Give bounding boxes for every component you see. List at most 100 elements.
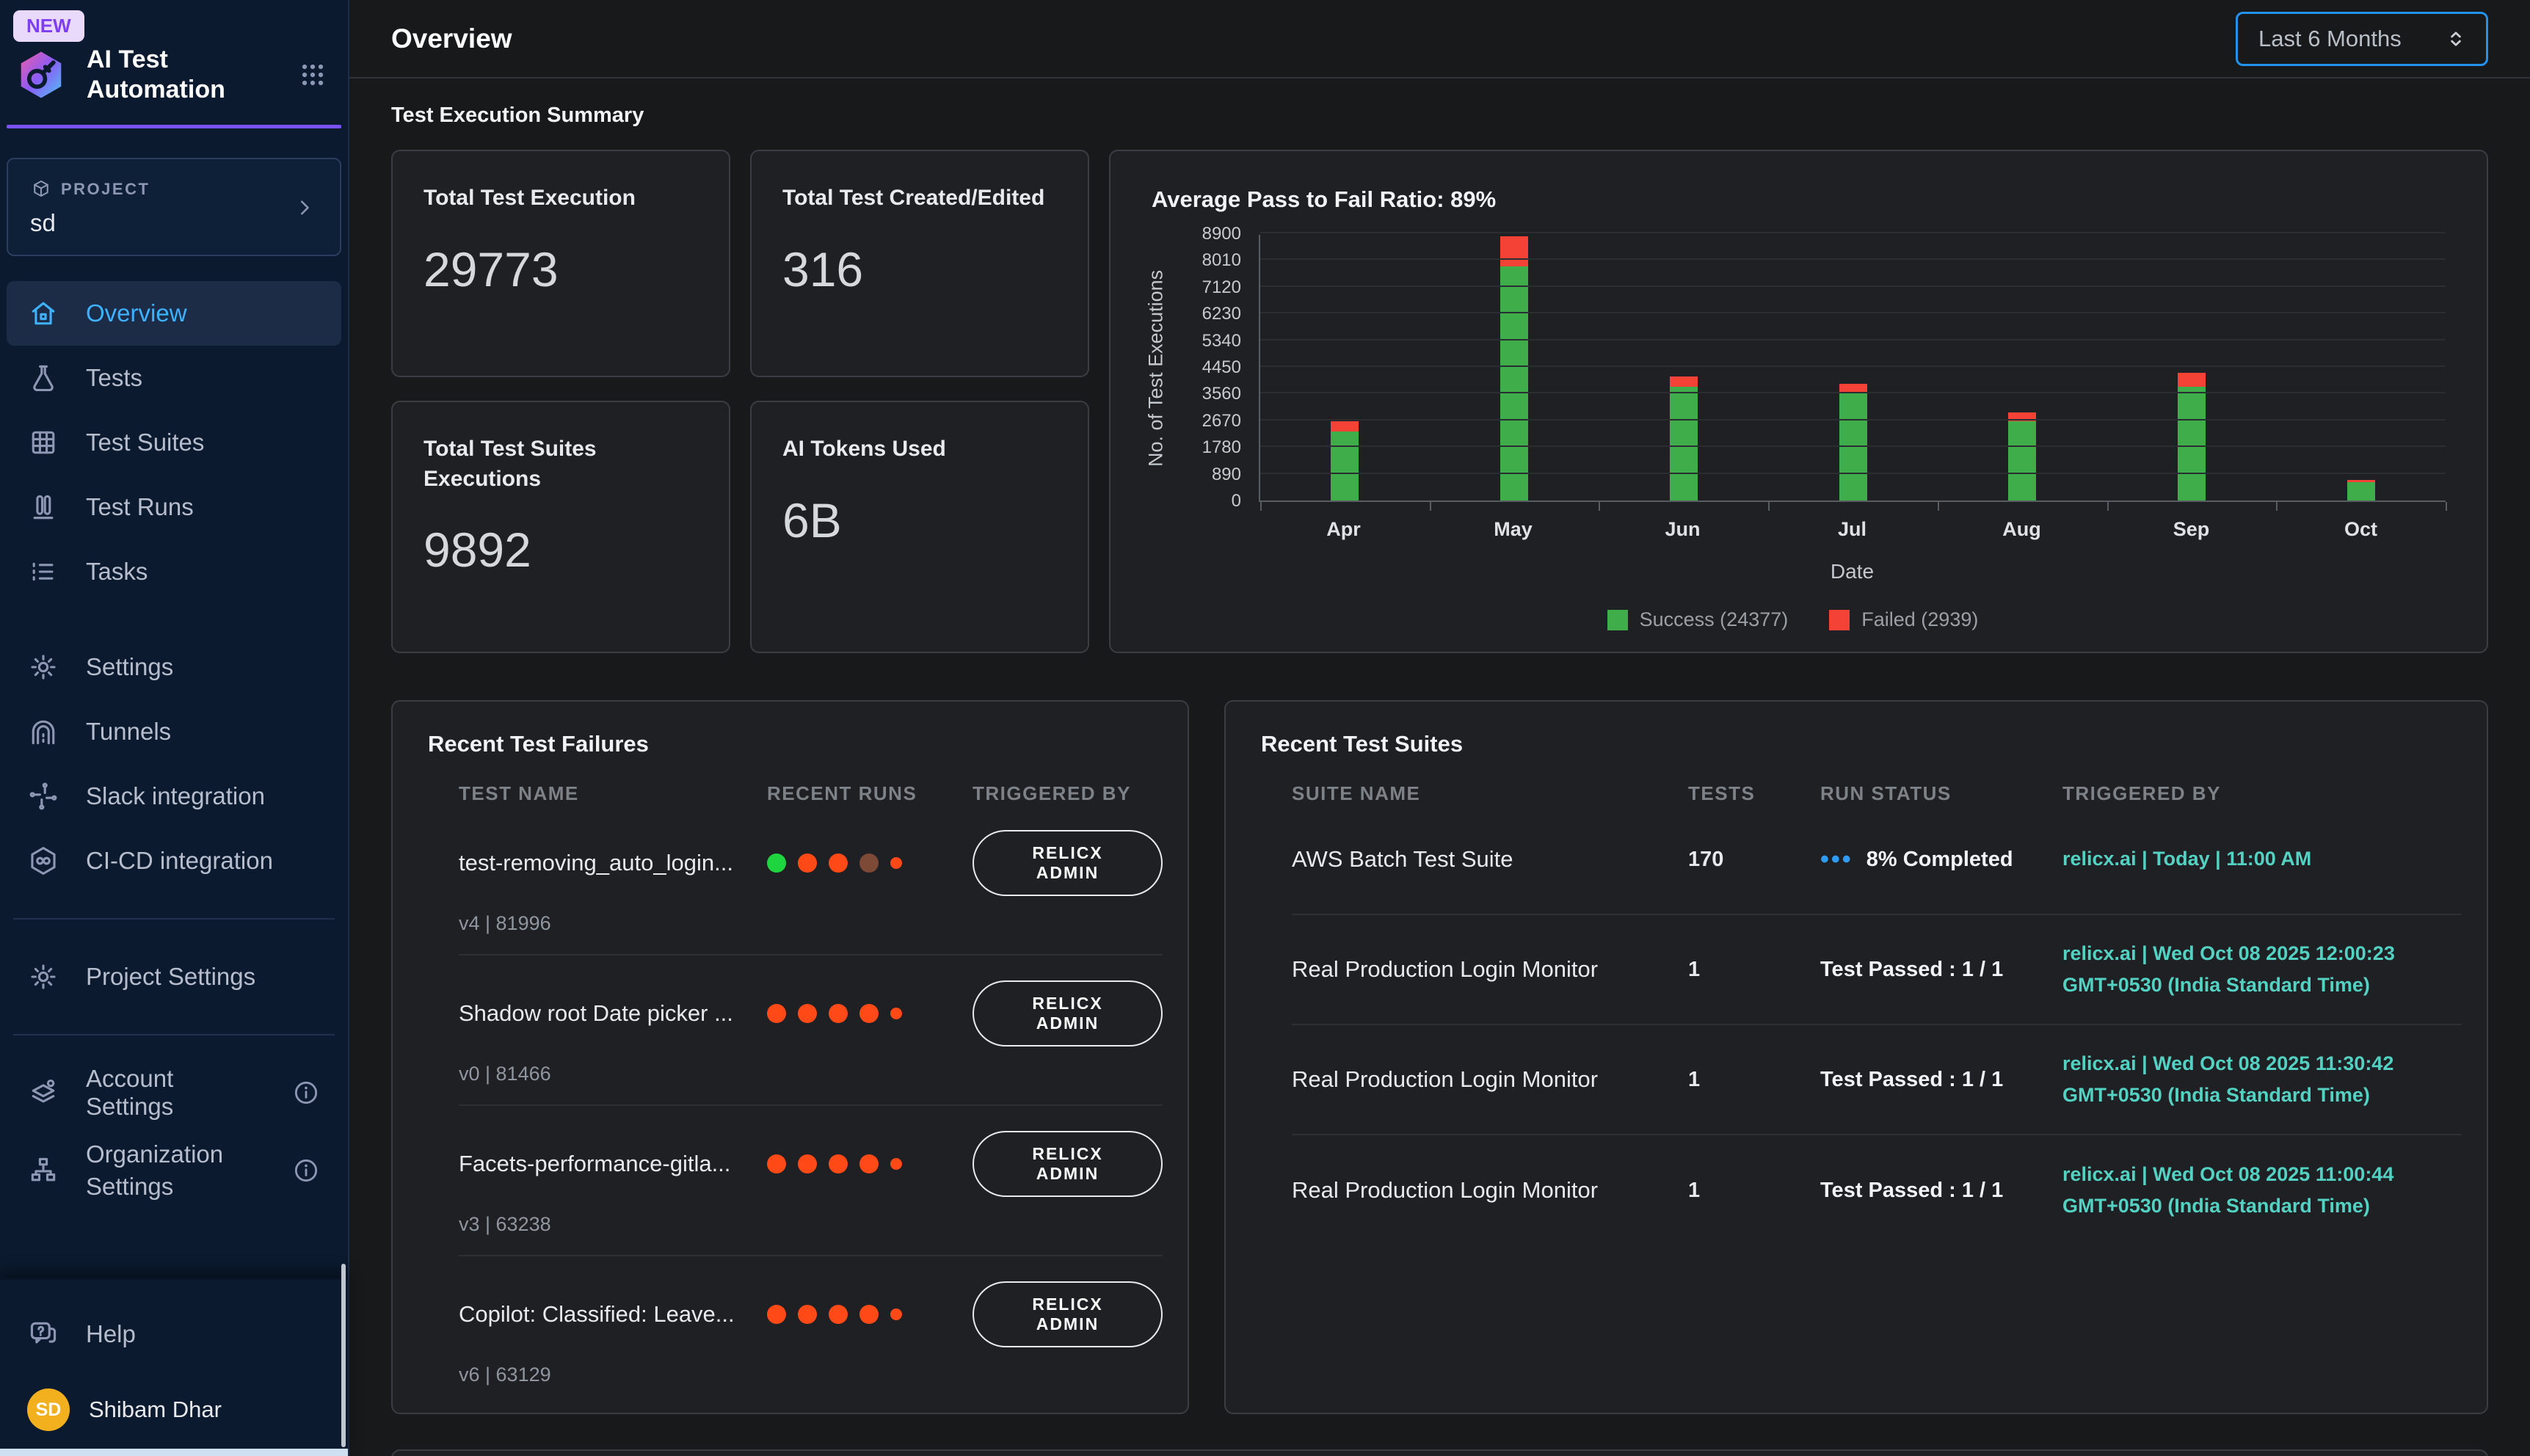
suite-name[interactable]: Real Production Login Monitor bbox=[1292, 1177, 1688, 1204]
triggered-by-button[interactable]: RELICX ADMIN bbox=[973, 980, 1163, 1046]
cicd-infinity-icon bbox=[27, 845, 59, 877]
chart-xlabels: AprMayJunJulAugSepOct bbox=[1259, 518, 2446, 541]
org-chart-icon bbox=[27, 1154, 59, 1187]
suite-row[interactable]: Real Production Login Monitor 1 Test Pas… bbox=[1292, 915, 2462, 1025]
chart-slots bbox=[1260, 235, 2446, 500]
pass-fail-chart-card: Average Pass to Fail Ratio: 89% No. of T… bbox=[1109, 150, 2488, 653]
chart-bar-Jul bbox=[1839, 384, 1867, 501]
chart-legend: Success (24377)Failed (2939) bbox=[1140, 608, 2446, 631]
sidebar-item-tests[interactable]: Tests bbox=[7, 346, 341, 410]
failures-title: Recent Test Failures bbox=[428, 731, 1163, 757]
suite-name[interactable]: Real Production Login Monitor bbox=[1292, 956, 1688, 983]
triggered-by-button[interactable]: RELICX ADMIN bbox=[973, 1131, 1163, 1197]
stat-value: 29773 bbox=[424, 241, 698, 297]
suite-row[interactable]: Real Production Login Monitor 1 Test Pas… bbox=[1292, 1025, 2462, 1135]
suites-header: SUITE NAME TESTS RUN STATUS TRIGGERED BY bbox=[1292, 782, 2462, 805]
app-logo bbox=[15, 47, 68, 103]
recent-runs bbox=[767, 1004, 973, 1023]
test-name[interactable]: test-removing_auto_login... bbox=[459, 850, 767, 876]
section-title: Test Execution Summary bbox=[391, 103, 2488, 128]
run-status-dot bbox=[890, 857, 902, 869]
sidebar-item-tunnels[interactable]: Tunnels bbox=[7, 699, 341, 764]
run-status-dot bbox=[829, 1004, 848, 1023]
suite-triggered-by: relicx.ai | Wed Oct 08 2025 11:00:44 GMT… bbox=[2062, 1159, 2462, 1222]
chart-bar-Oct bbox=[2347, 480, 2375, 500]
test-name[interactable]: Shadow root Date picker ... bbox=[459, 1000, 767, 1027]
failure-row[interactable]: Shadow root Date picker ... RELICX ADMIN… bbox=[459, 956, 1163, 1106]
sidebar-scrollbar[interactable] bbox=[341, 1264, 346, 1447]
run-status-dot bbox=[829, 853, 848, 873]
sidebar-item-help[interactable]: Help bbox=[7, 1302, 341, 1366]
run-status-dot bbox=[859, 1154, 879, 1173]
sidebar-bottom-scrollbar[interactable] bbox=[0, 1449, 348, 1456]
suite-row[interactable]: AWS Batch Test Suite 170 ••• 8% Complete… bbox=[1292, 805, 2462, 915]
x-axis-tick bbox=[1938, 502, 1939, 511]
sidebar-item-tasks[interactable]: Tasks bbox=[7, 539, 341, 604]
suite-name[interactable]: Real Production Login Monitor bbox=[1292, 1066, 1688, 1093]
failure-row[interactable]: test-removing_auto_login... RELICX ADMIN… bbox=[459, 805, 1163, 956]
test-version-id: v0 | 81466 bbox=[459, 1063, 1163, 1085]
run-status-dot bbox=[798, 1004, 817, 1023]
sidebar-item-slack-integration[interactable]: Slack integration bbox=[7, 764, 341, 829]
main-header: Overview Last 6 Months bbox=[349, 0, 2530, 79]
chart-bar-Jun bbox=[1670, 376, 1698, 500]
test-name[interactable]: Copilot: Classified: Leave... bbox=[459, 1301, 767, 1328]
info-icon[interactable] bbox=[291, 1156, 321, 1185]
user-menu[interactable]: SD Shibam Dhar bbox=[7, 1366, 341, 1456]
sidebar-item-test-runs[interactable]: Test Runs bbox=[7, 475, 341, 539]
suite-name[interactable]: AWS Batch Test Suite bbox=[1292, 846, 1688, 873]
stat-card-total-suite-executions: Total Test Suites Executions 9892 bbox=[391, 401, 730, 653]
sidebar-item-cicd-integration[interactable]: CI-CD integration bbox=[7, 829, 341, 893]
x-tick-label: Oct bbox=[2276, 518, 2446, 541]
failures-header: TEST NAME RECENT RUNS TRIGGERED BY bbox=[459, 782, 1163, 805]
chevron-right-icon bbox=[291, 194, 318, 221]
recent-test-suites-card: Recent Test Suites SUITE NAME TESTS RUN … bbox=[1224, 700, 2488, 1414]
triggered-by-button[interactable]: RELICX ADMIN bbox=[973, 1281, 1163, 1347]
sidebar-item-account-settings[interactable]: Account Settings bbox=[7, 1060, 341, 1125]
x-tick-label: Jun bbox=[1598, 518, 1767, 541]
stat-value: 316 bbox=[782, 241, 1057, 297]
sidebar-item-project-settings[interactable]: Project Settings bbox=[7, 944, 341, 1009]
y-tick-label: 0 bbox=[1232, 491, 1241, 512]
triggered-by-button[interactable]: RELICX ADMIN bbox=[973, 830, 1163, 896]
run-status-dot bbox=[767, 1004, 786, 1023]
project-selector[interactable]: PROJECT sd bbox=[7, 158, 341, 256]
run-status-dot bbox=[890, 1008, 902, 1019]
apps-grid-icon[interactable] bbox=[297, 59, 329, 91]
suite-row[interactable]: Real Production Login Monitor 1 Test Pas… bbox=[1292, 1135, 2462, 1245]
sidebar-item-settings[interactable]: Settings bbox=[7, 635, 341, 699]
chart-yticks: 0890178026703560445053406230712080108900 bbox=[1172, 235, 1248, 502]
help-chat-icon bbox=[27, 1318, 59, 1350]
gear-icon bbox=[27, 651, 59, 683]
run-status-dot bbox=[829, 1305, 848, 1324]
sidebar-item-overview[interactable]: Overview bbox=[7, 281, 341, 346]
recent-runs bbox=[767, 1154, 973, 1173]
legend-item: Success (24377) bbox=[1607, 608, 1789, 631]
stat-value: 9892 bbox=[424, 522, 698, 578]
test-name[interactable]: Facets-performance-gitla... bbox=[459, 1151, 767, 1177]
date-range-select[interactable]: Last 6 Months bbox=[2236, 12, 2488, 66]
suite-triggered-by: relicx.ai | Wed Oct 08 2025 12:00:23 GMT… bbox=[2062, 938, 2462, 1001]
failure-row[interactable]: Copilot: Classified: Leave... RELICX ADM… bbox=[459, 1256, 1163, 1405]
run-status-dot bbox=[859, 853, 879, 873]
y-tick-label: 6230 bbox=[1202, 304, 1241, 324]
new-badge: NEW bbox=[13, 10, 84, 42]
failure-row[interactable]: Facets-performance-gitla... RELICX ADMIN… bbox=[459, 1106, 1163, 1256]
gridline bbox=[1260, 392, 2446, 393]
chart-title: Average Pass to Fail Ratio: 89% bbox=[1110, 186, 2487, 213]
info-icon[interactable] bbox=[291, 1078, 321, 1107]
sidebar-item-test-suites[interactable]: Test Suites bbox=[7, 410, 341, 475]
stat-card-total-test-execution: Total Test Execution 29773 bbox=[391, 150, 730, 377]
project-settings-gear-icon bbox=[27, 961, 59, 993]
sidebar-item-organization-settings[interactable]: Organization Settings bbox=[7, 1125, 341, 1217]
run-status-dot bbox=[767, 853, 786, 873]
app-root: NEW AI Test Automation bbox=[0, 0, 2530, 1456]
run-status-dot bbox=[798, 1305, 817, 1324]
recent-runs bbox=[767, 853, 973, 873]
run-status-dot bbox=[767, 1154, 786, 1173]
y-tick-label: 5340 bbox=[1202, 331, 1241, 352]
y-tick-label: 1780 bbox=[1202, 437, 1241, 458]
page-title: Overview bbox=[391, 23, 512, 54]
suite-tests: 1 bbox=[1688, 1179, 1820, 1203]
chart-bar-Aug bbox=[2008, 412, 2036, 500]
